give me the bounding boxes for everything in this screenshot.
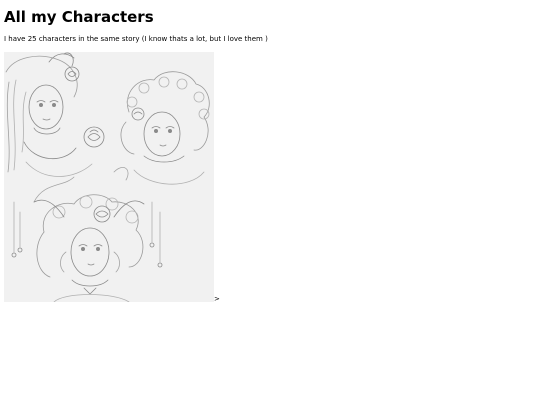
- trailing-text: >: [214, 295, 220, 303]
- sketch-illustration: [4, 52, 214, 302]
- page-title: All my Characters: [4, 8, 154, 26]
- page-description: I have 25 characters in the same story (…: [4, 35, 268, 43]
- characters-sketch-image: [4, 52, 214, 302]
